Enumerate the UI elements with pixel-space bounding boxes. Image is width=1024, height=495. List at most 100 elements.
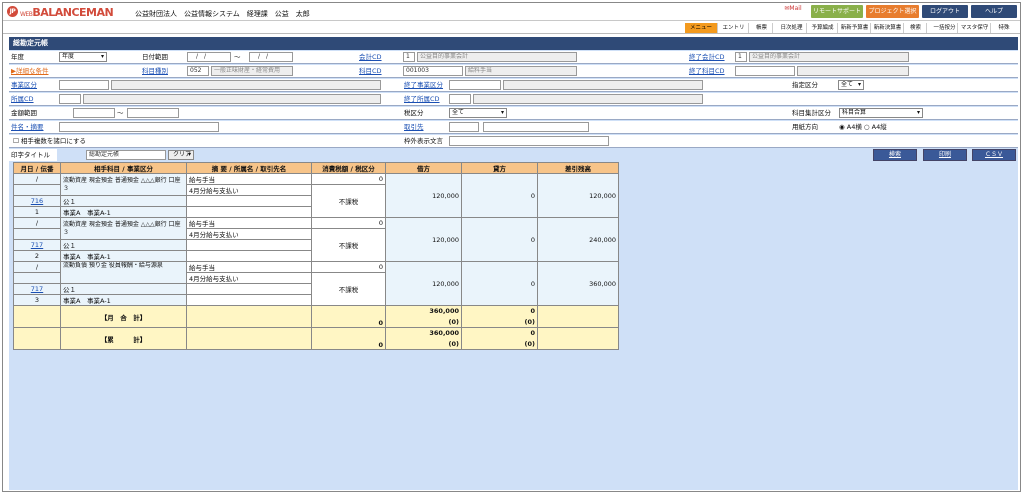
nav-master[interactable]: マスタ保守 <box>959 23 991 33</box>
tax-category-select[interactable]: 全て <box>449 108 507 118</box>
partner-link[interactable]: 取引先 <box>402 121 448 133</box>
project-select-button[interactable]: プロジェクト選択 <box>866 5 919 18</box>
account-cd-input[interactable]: 1 <box>403 52 415 62</box>
ledger-panel: 総勘定元帳 年度 年度 日付範囲 / / ～ / / 会計CD 1 公益目的事業… <box>9 37 1018 490</box>
filter-row-5: 金額範囲 ～ 税区分 全て 科目集計区分 科目合算 <box>9 107 1018 120</box>
end-subject-cd-input[interactable] <box>735 66 795 76</box>
entry-tax: 0 <box>311 261 386 273</box>
print-title-input[interactable]: 総勘定元帳 <box>86 150 166 160</box>
amount-to-input[interactable] <box>127 108 179 118</box>
designation-select[interactable]: 全て <box>838 80 864 90</box>
multi-partner-option[interactable]: ☐ 相手複数を諸口にする <box>13 135 153 147</box>
entry-line: 2 <box>13 250 61 262</box>
business-link[interactable]: 事業区分 <box>9 79 57 91</box>
date-range-label: 日付範囲 <box>140 51 184 63</box>
cumulative-total-debit: 360,000 <box>385 327 462 339</box>
entry-dept: 公１ <box>60 195 187 207</box>
cumulative-total-label: 【累 計】 <box>60 327 187 350</box>
paper-a4-portrait-radio[interactable]: ○ <box>864 123 870 131</box>
help-button[interactable]: ヘルプ <box>971 5 1017 18</box>
mail-button[interactable]: ✉Mail <box>780 5 806 12</box>
nav-new-settlement[interactable]: 新新決算書 <box>872 23 904 33</box>
entry-counter: 流動資産 現金預金 普通預金 △△△銀行 口座３ <box>60 173 187 196</box>
entry-taxcls: 不課税 <box>311 184 386 218</box>
summary-input[interactable] <box>59 122 219 132</box>
office-input[interactable] <box>59 94 81 104</box>
end-business-input[interactable] <box>449 80 501 90</box>
subject-sum-select[interactable]: 科目合算 <box>839 108 923 118</box>
entry-credit: 0 <box>461 261 538 306</box>
entry-dept: 公１ <box>60 239 187 251</box>
end-office-link[interactable]: 終了所属CD <box>402 93 452 105</box>
date-from-input[interactable]: / / <box>187 52 231 62</box>
nav-special[interactable]: 特殊 <box>992 23 1016 33</box>
office-link[interactable]: 所属CD <box>9 93 57 105</box>
nav-new-budget[interactable]: 新新予算書 <box>839 23 871 33</box>
entry-balance: 120,000 <box>537 173 619 218</box>
col-tax: 消費税額 / 税区分 <box>311 162 386 174</box>
business-input[interactable] <box>59 80 109 90</box>
nav-budget[interactable]: 予算編成 <box>808 23 838 33</box>
entry-voucher[interactable]: 717 <box>13 239 61 251</box>
voucher-link[interactable]: 717 <box>31 285 43 293</box>
clear-button[interactable]: クリア <box>168 150 194 160</box>
col-summary: 摘 要 / 所属名 / 取引先名 <box>186 162 312 174</box>
subject-type-link[interactable]: 科目種別 <box>140 65 184 77</box>
subject-type-input[interactable]: 052 <box>187 66 209 76</box>
nav-allocation[interactable]: 一括按分 <box>932 23 958 33</box>
month-total-row: 【月 合 計】 0 360,000 0 <box>13 305 619 328</box>
voucher-link[interactable]: 717 <box>31 241 43 249</box>
summary-link[interactable]: 件名・摘要 <box>9 121 57 133</box>
end-account-cd-link[interactable]: 終了会計CD <box>687 51 733 63</box>
nav-menu[interactable]: メニュー <box>685 23 718 33</box>
mail-label: Mail <box>789 5 802 12</box>
subject-cd-link[interactable]: 科目CD <box>357 65 401 77</box>
table-row: / 流動負債 預り金 役員報酬・給与源泉 給与手当 0 120,000 0 36… <box>13 261 619 306</box>
outside-text-input[interactable] <box>449 136 609 146</box>
partner-cd-input[interactable] <box>449 122 479 132</box>
partner-name-input[interactable] <box>483 122 589 132</box>
detail-conditions-toggle[interactable]: ▶詳細な条件 <box>9 65 57 77</box>
csv-button[interactable]: ＣＳＶ <box>972 149 1016 161</box>
fiscal-year-label: 年度 <box>9 51 57 63</box>
voucher-link[interactable]: 716 <box>31 197 43 205</box>
multi-partner-checkbox[interactable]: ☐ <box>13 137 19 145</box>
end-business-link[interactable]: 終了事業区分 <box>402 79 452 91</box>
end-subject-cd-link[interactable]: 終了科目CD <box>687 65 733 77</box>
entry-tax: 0 <box>311 217 386 229</box>
app-logo: JP WEBBALANCEMAN <box>7 6 114 19</box>
entry-voucher[interactable]: 716 <box>13 195 61 207</box>
paper-a4-landscape-radio[interactable]: ◉ <box>839 123 845 131</box>
office-name <box>83 94 381 104</box>
search-button[interactable]: 検索 <box>873 149 917 161</box>
paper-direction-label: 用紙方向 <box>790 121 836 133</box>
end-account-cd-input[interactable]: 1 <box>735 52 747 62</box>
remote-support-button[interactable]: リモートサポート <box>811 5 863 18</box>
amount-from-input[interactable] <box>73 108 115 118</box>
page-title: 総勘定元帳 <box>9 37 1018 50</box>
print-button[interactable]: 印刷 <box>923 149 967 161</box>
entry-tax: 0 <box>311 173 386 185</box>
paper-a4-landscape-label: A4横 <box>846 123 862 131</box>
account-cd-link[interactable]: 会計CD <box>357 51 401 63</box>
fiscal-year-select[interactable]: 年度 <box>59 52 107 62</box>
nav-search[interactable]: 検索 <box>905 23 927 33</box>
entry-voucher[interactable]: 717 <box>13 283 61 295</box>
nav-entry[interactable]: エントリ <box>719 23 749 33</box>
table-row: / 流動資産 現金預金 普通預金 △△△銀行 口座３ 給与手当 0 120,00… <box>13 217 619 262</box>
amount-tilde: ～ <box>117 109 124 117</box>
logo-mark: JP <box>7 6 18 17</box>
paper-direction-group: ◉ A4横 ○ A4縦 <box>839 121 919 133</box>
entry-summary1: 給与手当 <box>186 173 312 185</box>
entry-summary2: 4月分給与支払い <box>186 184 312 196</box>
logout-button[interactable]: ログアウト <box>922 5 968 18</box>
subject-cd-input[interactable]: 001003 <box>403 66 463 76</box>
date-to-input[interactable]: / / <box>249 52 293 62</box>
nav-report[interactable]: 帳票 <box>751 23 773 33</box>
entry-date: / <box>13 173 61 185</box>
col-debit: 借方 <box>385 162 462 174</box>
tax-category-label: 税区分 <box>402 107 448 119</box>
nav-daily[interactable]: 日次処理 <box>777 23 807 33</box>
end-office-input[interactable] <box>449 94 471 104</box>
amount-range-label: 金額範囲 <box>9 107 57 119</box>
